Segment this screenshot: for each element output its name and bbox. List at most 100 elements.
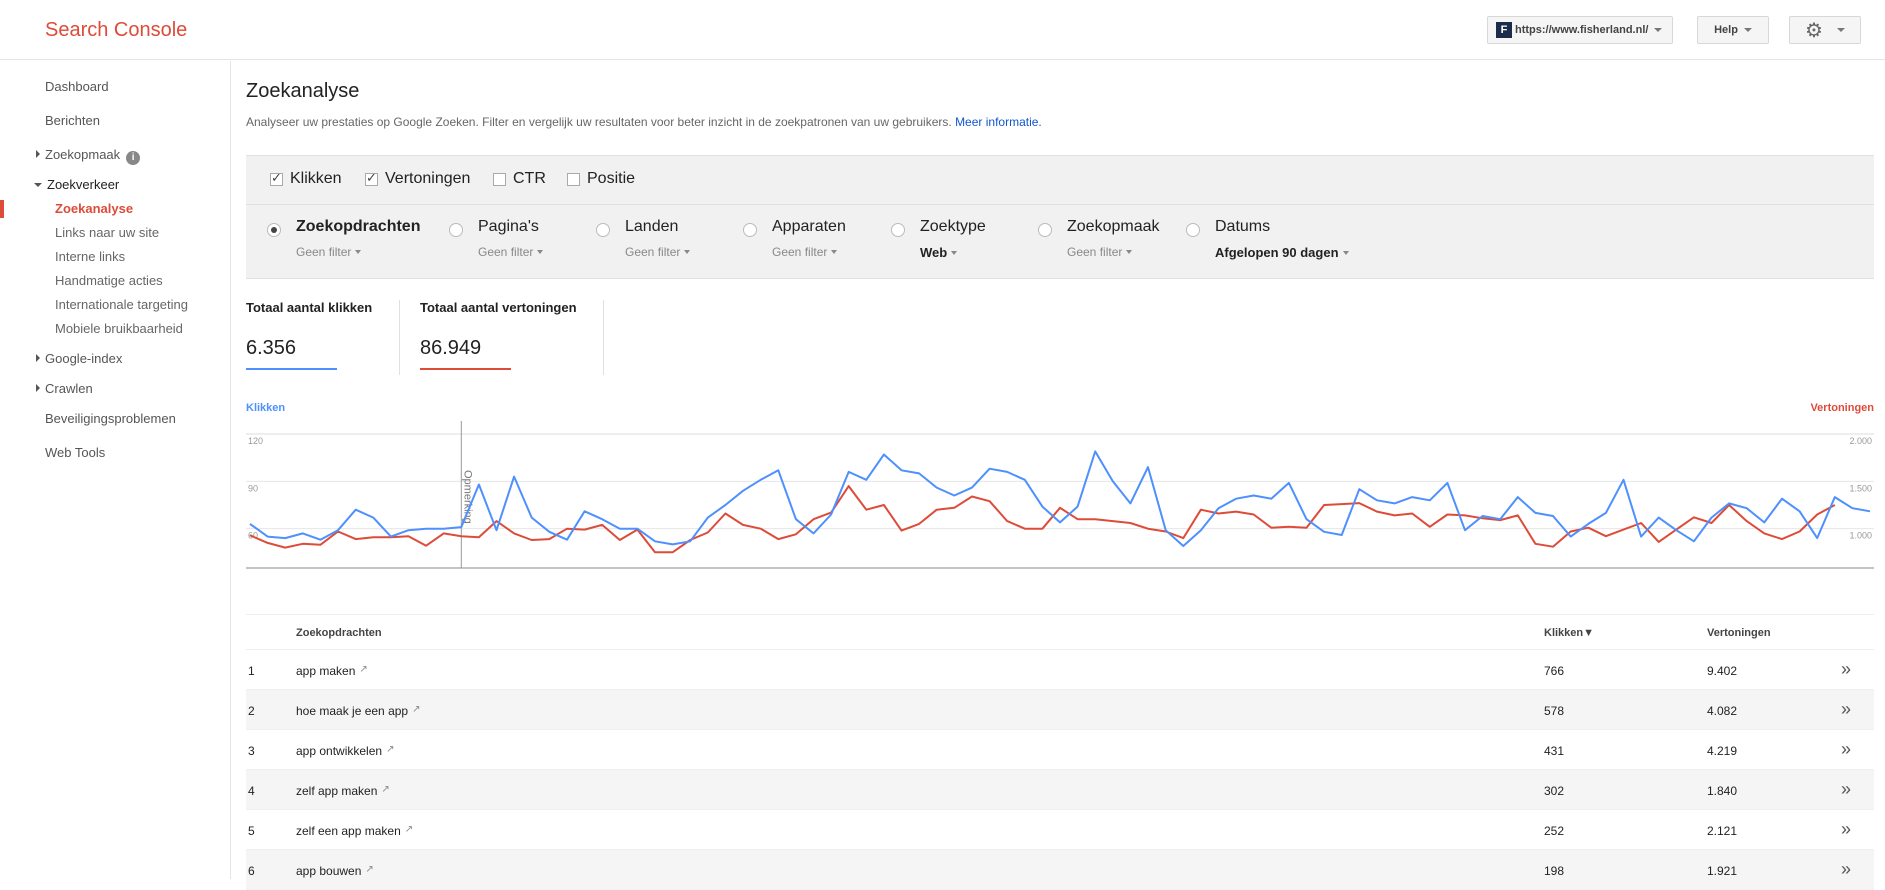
sidebar-item-links[interactable]: Links naar uw site <box>55 225 159 240</box>
column-header-query[interactable]: Zoekopdrachten <box>296 627 382 639</box>
query-cell[interactable]: zelf app maken ↗ <box>296 784 390 798</box>
right-axis-title: Vertoningen <box>1810 402 1874 414</box>
help-label: Help <box>1714 24 1738 36</box>
checkbox-checked-icon <box>270 170 283 186</box>
expand-arrow-icon <box>36 384 40 392</box>
settings-button[interactable]: ⚙ <box>1789 16 1861 44</box>
filter-panel: Klikken Vertoningen CTR Positie Zoekopdr… <box>246 155 1874 279</box>
sidebar-item-berichten[interactable]: Berichten <box>45 113 100 128</box>
total-clicks-value: 6.356 <box>246 337 297 359</box>
query-cell[interactable]: hoe maak je een app ↗ <box>296 704 420 718</box>
sidebar-item-internationale-targeting[interactable]: Internationale targeting <box>55 297 188 312</box>
sidebar-item-interne-links[interactable]: Interne links <box>55 249 125 264</box>
chevron-down-icon <box>537 250 544 254</box>
query-cell[interactable]: app bouwen ↗ <box>296 864 374 878</box>
metric-label: Klikken <box>290 170 342 187</box>
external-link-icon[interactable]: ↗ <box>381 784 389 795</box>
external-link-icon[interactable]: ↗ <box>405 824 413 835</box>
metric-ctr-checkbox[interactable]: CTR <box>493 170 546 188</box>
sidebar-item-web-tools[interactable]: Web Tools <box>45 445 105 460</box>
clicks-series-line <box>249 450 1871 547</box>
expand-arrow-icon <box>36 150 40 158</box>
sidebar-item-google-index[interactable]: Google-index <box>36 351 122 366</box>
group-filter-dropdown[interactable]: Geen filter <box>625 245 691 259</box>
table-row[interactable]: 2 hoe maak je een app ↗ 578 4.082 » <box>246 690 1874 730</box>
metric-label: CTR <box>513 170 546 187</box>
group-label: Landen <box>625 218 679 235</box>
table-body: 1 app maken ↗ 766 9.402 » 2 hoe maak je een app… <box>246 650 1874 890</box>
group-filter-dropdown[interactable]: Geen filter <box>772 245 838 259</box>
right-tick-label: 1.000 <box>1849 531 1872 541</box>
total-clicks-label: Totaal aantal klikken <box>246 300 373 315</box>
total-impressions-label: Totaal aantal vertoningen <box>420 300 577 315</box>
table-row[interactable]: 6 app bouwen ↗ 198 1.921 » <box>246 850 1874 890</box>
left-tick-label: 90 <box>248 483 258 493</box>
sidebar-item-dashboard[interactable]: Dashboard <box>45 79 109 94</box>
sidebar-item-mobiele-bruikbaarheid[interactable]: Mobiele bruikbaarheid <box>55 321 183 336</box>
row-details-chevron-icon[interactable]: » <box>1841 779 1851 800</box>
external-link-icon[interactable]: ↗ <box>365 864 373 875</box>
metric-positie-checkbox[interactable]: Positie <box>567 170 635 188</box>
chevron-down-icon <box>951 251 958 255</box>
sidebar-item-zoekanalyse[interactable]: Zoekanalyse <box>55 201 133 216</box>
results-table: Zoekopdrachten Klikken▼ Vertoningen 1 app… <box>246 614 1874 890</box>
row-details-chevron-icon[interactable]: » <box>1841 659 1851 680</box>
external-link-icon[interactable]: ↗ <box>359 664 367 675</box>
row-details-chevron-icon[interactable]: » <box>1841 699 1851 720</box>
group-filter-dropdown[interactable]: Geen filter <box>296 245 362 259</box>
total-clicks-card[interactable]: Totaal aantal klikken 6.356 <box>246 300 372 376</box>
collapse-arrow-icon <box>34 183 42 187</box>
radio-icon <box>1038 223 1052 237</box>
clicks-underline <box>246 368 337 370</box>
radio-selected-icon <box>267 223 281 237</box>
performance-chart[interactable]: 1202.000901.500601.00030500Opmerking <box>246 415 1874 575</box>
expand-arrow-icon <box>36 354 40 362</box>
impressions-cell: 4.082 <box>1707 704 1738 718</box>
group-filter-dropdown[interactable]: Afgelopen 90 dagen <box>1215 245 1349 260</box>
info-icon[interactable]: i <box>126 151 141 165</box>
row-details-chevron-icon[interactable]: » <box>1841 819 1851 840</box>
table-row[interactable]: 5 zelf een app maken ↗ 252 2.121 » <box>246 810 1874 850</box>
row-number: 6 <box>248 864 255 878</box>
group-filter-dropdown[interactable]: Web <box>920 245 958 260</box>
row-details-chevron-icon[interactable]: » <box>1841 739 1851 760</box>
more-info-link[interactable]: Meer informatie. <box>955 115 1042 129</box>
sidebar-item-beveiligingsproblemen[interactable]: Beveiligingsproblemen <box>45 411 176 426</box>
sidebar: Dashboard Berichten Zoekopmaak i Zoekverk… <box>0 61 231 879</box>
clicks-cell: 302 <box>1544 784 1565 798</box>
external-link-icon[interactable]: ↗ <box>386 744 394 755</box>
query-cell[interactable]: app maken ↗ <box>296 664 368 678</box>
table-row[interactable]: 4 zelf app maken ↗ 302 1.840 » <box>246 770 1874 810</box>
group-label: Zoekopmaak <box>1067 218 1160 235</box>
clicks-cell: 431 <box>1544 744 1565 758</box>
sidebar-item-zoekverkeer[interactable]: Zoekverkeer <box>34 177 119 192</box>
external-link-icon[interactable]: ↗ <box>412 704 420 715</box>
property-selector[interactable]: F https://www.fisherland.nl/ <box>1487 16 1674 44</box>
group-filter-dropdown[interactable]: Geen filter <box>478 245 544 259</box>
divider <box>399 300 400 375</box>
query-cell[interactable]: app ontwikkelen ↗ <box>296 744 394 758</box>
metric-klikken-checkbox[interactable]: Klikken <box>270 170 342 188</box>
search-console-logo[interactable]: Search Console <box>45 19 187 42</box>
table-row[interactable]: 3 app ontwikkelen ↗ 431 4.219 » <box>246 730 1874 770</box>
group-label: Zoektype <box>920 218 986 235</box>
metric-vertoningen-checkbox[interactable]: Vertoningen <box>365 170 470 188</box>
checkbox-unchecked-icon <box>567 172 580 186</box>
group-filter-dropdown[interactable]: Geen filter <box>1067 245 1133 259</box>
query-cell[interactable]: zelf een app maken ↗ <box>296 824 413 838</box>
row-number: 3 <box>248 744 255 758</box>
help-button[interactable]: Help <box>1697 16 1769 44</box>
property-url: https://www.fisherland.nl/ <box>1515 24 1649 36</box>
sidebar-item-handmatige-acties[interactable]: Handmatige acties <box>55 273 163 288</box>
column-header-impressions[interactable]: Vertoningen <box>1707 627 1771 639</box>
table-row[interactable]: 1 app maken ↗ 766 9.402 » <box>246 650 1874 690</box>
sidebar-item-crawlen[interactable]: Crawlen <box>36 381 93 396</box>
column-header-clicks[interactable]: Klikken▼ <box>1544 627 1594 639</box>
row-details-chevron-icon[interactable]: » <box>1841 859 1851 880</box>
total-impressions-card[interactable]: Totaal aantal vertoningen 86.949 <box>420 300 577 376</box>
active-indicator <box>0 200 4 218</box>
impressions-cell: 2.121 <box>1707 824 1738 838</box>
chevron-down-icon <box>355 250 362 254</box>
radio-icon <box>596 223 610 237</box>
sidebar-item-zoekopmaak[interactable]: Zoekopmaak i <box>36 147 141 165</box>
